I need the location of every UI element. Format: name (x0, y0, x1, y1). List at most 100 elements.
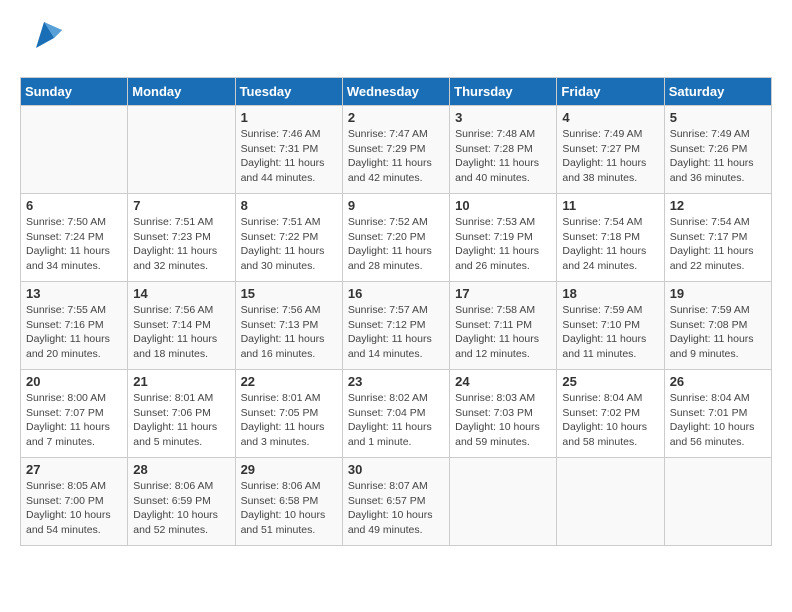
day-number: 8 (241, 198, 337, 213)
day-number: 19 (670, 286, 766, 301)
day-number: 28 (133, 462, 229, 477)
logo (20, 20, 62, 61)
calendar-cell (557, 458, 664, 546)
day-info: Sunrise: 8:06 AM Sunset: 6:58 PM Dayligh… (241, 479, 337, 538)
calendar-cell: 1 Sunrise: 7:46 AM Sunset: 7:31 PM Daylig… (235, 106, 342, 194)
day-number: 1 (241, 110, 337, 125)
day-info: Sunrise: 7:46 AM Sunset: 7:31 PM Dayligh… (241, 127, 337, 186)
calendar-cell: 13Sunrise: 7:55 AM Sunset: 7:16 PM Dayli… (21, 282, 128, 370)
day-info: Sunrise: 7:48 AM Sunset: 7:28 PM Dayligh… (455, 127, 551, 186)
day-number: 30 (348, 462, 444, 477)
calendar-week-5: 27 Sunrise: 8:05 AM Sunset: 7:00 PM Dayli… (21, 458, 772, 546)
calendar-cell: 11 Sunrise: 7:54 AM Sunset: 7:18 PM Dayli… (557, 194, 664, 282)
day-number: 26 (670, 374, 766, 389)
calendar-cell: 2Sunrise: 7:47 AM Sunset: 7:29 PM Daylig… (342, 106, 449, 194)
calendar-cell: 24 Sunrise: 8:03 AM Sunset: 7:03 PM Dayli… (450, 370, 557, 458)
day-info: Sunrise: 7:53 AM Sunset: 7:19 PM Dayligh… (455, 215, 551, 274)
calendar-cell: 3 Sunrise: 7:48 AM Sunset: 7:28 PM Daylig… (450, 106, 557, 194)
day-number: 25 (562, 374, 658, 389)
day-number: 15 (241, 286, 337, 301)
calendar-cell (664, 458, 771, 546)
day-number: 20 (26, 374, 122, 389)
calendar-cell: 6Sunrise: 7:50 AM Sunset: 7:24 PM Daylig… (21, 194, 128, 282)
day-info: Sunrise: 7:52 AM Sunset: 7:20 PM Dayligh… (348, 215, 444, 274)
day-number: 11 (562, 198, 658, 213)
calendar-cell: 9 Sunrise: 7:52 AM Sunset: 7:20 PM Daylig… (342, 194, 449, 282)
day-number: 16 (348, 286, 444, 301)
calendar-cell: 21 Sunrise: 8:01 AM Sunset: 7:06 PM Dayli… (128, 370, 235, 458)
day-info: Sunrise: 7:58 AM Sunset: 7:11 PM Dayligh… (455, 303, 551, 362)
calendar-cell: 29 Sunrise: 8:06 AM Sunset: 6:58 PM Dayli… (235, 458, 342, 546)
calendar-cell: 27 Sunrise: 8:05 AM Sunset: 7:00 PM Dayli… (21, 458, 128, 546)
calendar-cell: 5Sunrise: 7:49 AM Sunset: 7:26 PM Daylig… (664, 106, 771, 194)
day-info: Sunrise: 7:55 AM Sunset: 7:16 PM Dayligh… (26, 303, 122, 362)
calendar-cell (450, 458, 557, 546)
column-header-friday: Friday (557, 78, 664, 106)
day-info: Sunrise: 7:56 AM Sunset: 7:14 PM Dayligh… (133, 303, 229, 362)
day-info: Sunrise: 7:54 AM Sunset: 7:18 PM Dayligh… (562, 215, 658, 274)
calendar-body: 1 Sunrise: 7:46 AM Sunset: 7:31 PM Daylig… (21, 106, 772, 546)
day-info: Sunrise: 7:51 AM Sunset: 7:22 PM Dayligh… (241, 215, 337, 274)
day-number: 3 (455, 110, 551, 125)
calendar-cell (128, 106, 235, 194)
column-header-thursday: Thursday (450, 78, 557, 106)
calendar-cell: 15 Sunrise: 7:56 AM Sunset: 7:13 PM Dayli… (235, 282, 342, 370)
day-number: 12 (670, 198, 766, 213)
calendar-cell: 18 Sunrise: 7:59 AM Sunset: 7:10 PM Dayli… (557, 282, 664, 370)
day-info: Sunrise: 8:07 AM Sunset: 6:57 PM Dayligh… (348, 479, 444, 538)
day-number: 21 (133, 374, 229, 389)
day-number: 17 (455, 286, 551, 301)
day-info: Sunrise: 8:05 AM Sunset: 7:00 PM Dayligh… (26, 479, 122, 538)
calendar-week-4: 20 Sunrise: 8:00 AM Sunset: 7:07 PM Dayli… (21, 370, 772, 458)
calendar-cell: 14 Sunrise: 7:56 AM Sunset: 7:14 PM Dayli… (128, 282, 235, 370)
logo-icon (26, 20, 62, 61)
calendar-cell: 28 Sunrise: 8:06 AM Sunset: 6:59 PM Dayli… (128, 458, 235, 546)
calendar-cell: 26 Sunrise: 8:04 AM Sunset: 7:01 PM Dayli… (664, 370, 771, 458)
day-number: 22 (241, 374, 337, 389)
calendar-cell: 22Sunrise: 8:01 AM Sunset: 7:05 PM Dayli… (235, 370, 342, 458)
calendar-week-2: 6Sunrise: 7:50 AM Sunset: 7:24 PM Daylig… (21, 194, 772, 282)
calendar-cell: 10 Sunrise: 7:53 AM Sunset: 7:19 PM Dayli… (450, 194, 557, 282)
day-number: 23 (348, 374, 444, 389)
calendar-cell: 30 Sunrise: 8:07 AM Sunset: 6:57 PM Dayli… (342, 458, 449, 546)
day-number: 5 (670, 110, 766, 125)
day-number: 14 (133, 286, 229, 301)
day-number: 18 (562, 286, 658, 301)
calendar-cell: 7 Sunrise: 7:51 AM Sunset: 7:23 PM Daylig… (128, 194, 235, 282)
day-number: 24 (455, 374, 551, 389)
calendar-cell: 8 Sunrise: 7:51 AM Sunset: 7:22 PM Daylig… (235, 194, 342, 282)
day-info: Sunrise: 7:49 AM Sunset: 7:27 PM Dayligh… (562, 127, 658, 186)
day-info: Sunrise: 8:04 AM Sunset: 7:02 PM Dayligh… (562, 391, 658, 450)
day-number: 9 (348, 198, 444, 213)
column-header-tuesday: Tuesday (235, 78, 342, 106)
day-number: 10 (455, 198, 551, 213)
calendar-cell (21, 106, 128, 194)
day-info: Sunrise: 8:01 AM Sunset: 7:06 PM Dayligh… (133, 391, 229, 450)
column-header-saturday: Saturday (664, 78, 771, 106)
day-info: Sunrise: 7:56 AM Sunset: 7:13 PM Dayligh… (241, 303, 337, 362)
day-info: Sunrise: 8:00 AM Sunset: 7:07 PM Dayligh… (26, 391, 122, 450)
day-info: Sunrise: 8:06 AM Sunset: 6:59 PM Dayligh… (133, 479, 229, 538)
column-header-wednesday: Wednesday (342, 78, 449, 106)
day-info: Sunrise: 8:03 AM Sunset: 7:03 PM Dayligh… (455, 391, 551, 450)
day-info: Sunrise: 7:59 AM Sunset: 7:08 PM Dayligh… (670, 303, 766, 362)
calendar-week-1: 1 Sunrise: 7:46 AM Sunset: 7:31 PM Daylig… (21, 106, 772, 194)
day-number: 7 (133, 198, 229, 213)
day-info: Sunrise: 8:04 AM Sunset: 7:01 PM Dayligh… (670, 391, 766, 450)
calendar-cell: 19 Sunrise: 7:59 AM Sunset: 7:08 PM Dayli… (664, 282, 771, 370)
calendar-table: SundayMondayTuesdayWednesdayThursdayFrid… (20, 77, 772, 546)
calendar-cell: 25 Sunrise: 8:04 AM Sunset: 7:02 PM Dayli… (557, 370, 664, 458)
day-info: Sunrise: 7:54 AM Sunset: 7:17 PM Dayligh… (670, 215, 766, 274)
calendar-cell: 20 Sunrise: 8:00 AM Sunset: 7:07 PM Dayli… (21, 370, 128, 458)
page-header (20, 20, 772, 61)
day-number: 29 (241, 462, 337, 477)
calendar-cell: 17 Sunrise: 7:58 AM Sunset: 7:11 PM Dayli… (450, 282, 557, 370)
calendar-cell: 16Sunrise: 7:57 AM Sunset: 7:12 PM Dayli… (342, 282, 449, 370)
day-info: Sunrise: 7:59 AM Sunset: 7:10 PM Dayligh… (562, 303, 658, 362)
calendar-cell: 23Sunrise: 8:02 AM Sunset: 7:04 PM Dayli… (342, 370, 449, 458)
day-info: Sunrise: 7:50 AM Sunset: 7:24 PM Dayligh… (26, 215, 122, 274)
day-number: 4 (562, 110, 658, 125)
day-info: Sunrise: 7:51 AM Sunset: 7:23 PM Dayligh… (133, 215, 229, 274)
day-number: 27 (26, 462, 122, 477)
column-header-sunday: Sunday (21, 78, 128, 106)
